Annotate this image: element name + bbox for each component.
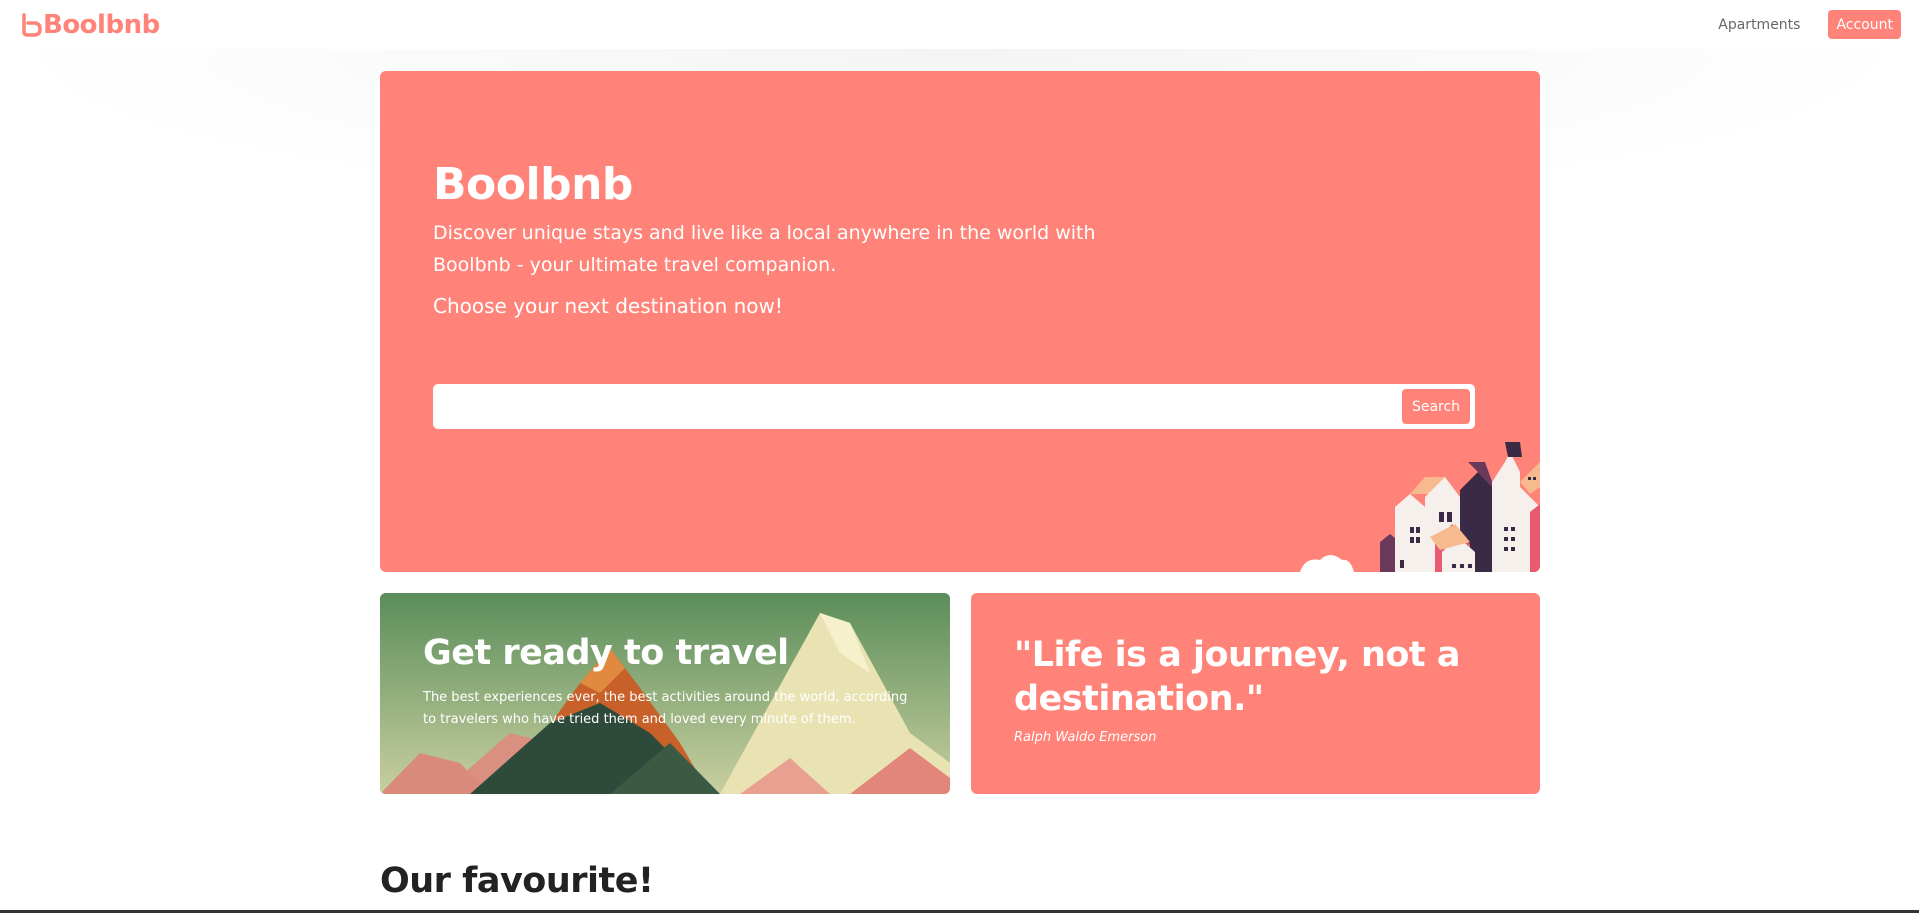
houses-illustration <box>1300 442 1540 572</box>
logo-icon <box>22 12 42 37</box>
hero-description: Discover unique stays and live like a lo… <box>433 222 1096 276</box>
brand-name: Boolbnb <box>43 9 160 40</box>
search-button[interactable]: Search <box>1402 389 1470 424</box>
account-button[interactable]: Account <box>1828 10 1901 39</box>
nav-apartments-link[interactable]: Apartments <box>1718 17 1800 33</box>
search-input[interactable] <box>433 384 1413 429</box>
quote-author: Ralph Waldo Emerson <box>1014 730 1157 745</box>
main-nav: Apartments Account <box>1718 10 1901 39</box>
favourites-title: Our favourite! <box>380 861 654 901</box>
hero-title: Boolbnb <box>433 159 633 210</box>
hero-banner: Boolbnb Discover unique stays and live l… <box>380 71 1540 572</box>
travel-card: Get ready to travel The best experiences… <box>380 593 950 794</box>
search-bar: Search <box>433 384 1475 429</box>
brand-logo[interactable]: Boolbnb <box>20 10 160 40</box>
top-navbar: Boolbnb Apartments Account <box>0 0 1919 49</box>
quote-card: "Life is a journey, not a destination." … <box>971 593 1540 794</box>
hero-cta: Choose your next destination now! <box>433 294 783 318</box>
quote-text: "Life is a journey, not a destination." <box>1014 635 1460 719</box>
travel-card-title: Get ready to travel <box>423 633 789 673</box>
travel-card-text: The best experiences ever, the best acti… <box>423 690 908 727</box>
